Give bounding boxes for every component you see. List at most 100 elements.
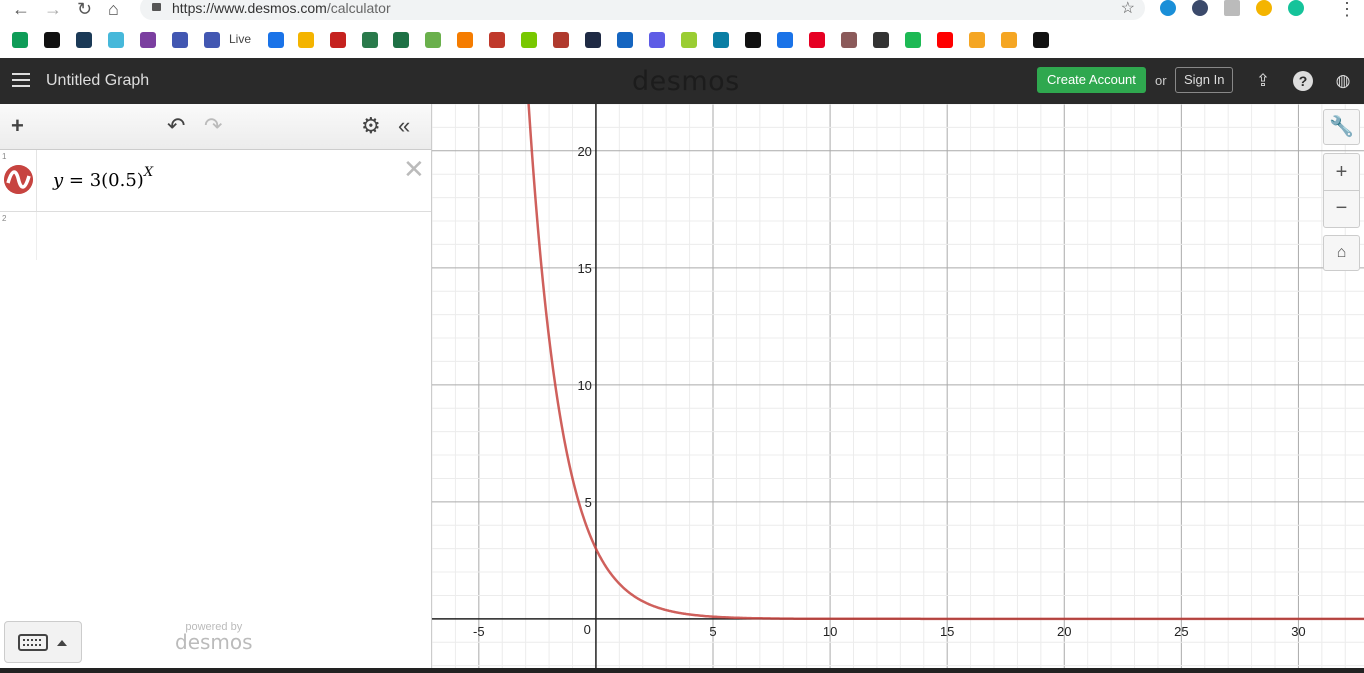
expression-exponent: X: [143, 165, 154, 180]
moon-bookmark-icon[interactable]: [745, 32, 761, 48]
x-tick-label: 15: [940, 624, 954, 639]
home-icon[interactable]: ⌂: [108, 0, 119, 18]
sign-in-button[interactable]: Sign In: [1175, 67, 1234, 93]
hamburger-menu-icon[interactable]: [12, 73, 30, 91]
book-bookmark-icon[interactable]: [1033, 32, 1049, 48]
expression-index: 2: [2, 214, 7, 223]
spotify-bookmark-icon[interactable]: [905, 32, 921, 48]
graph-svg[interactable]: -5 5 10 15 20 25 30 5 10 15 20 0: [432, 104, 1364, 668]
schoology-bookmark-icon[interactable]: [44, 32, 60, 48]
ixl-bookmark-icon[interactable]: [617, 32, 633, 48]
lock-icon: [152, 3, 161, 11]
x-tick-label: 5: [709, 624, 716, 639]
collapse-panel-icon[interactable]: «: [398, 114, 410, 138]
undo-icon[interactable]: ↶: [167, 114, 185, 138]
default-zoom-home-icon[interactable]: ⌂: [1323, 235, 1360, 271]
expression-lhs: y: [53, 170, 64, 191]
extension-icon[interactable]: [1160, 0, 1176, 16]
s-app-bookmark-icon[interactable]: [969, 32, 985, 48]
language-globe-icon[interactable]: ◍: [1333, 71, 1353, 91]
forward-icon[interactable]: →: [44, 0, 62, 18]
gmail-bookmark-icon[interactable]: [330, 32, 346, 48]
extension-icon[interactable]: [1192, 0, 1208, 16]
delete-expression-icon[interactable]: ✕: [403, 154, 425, 185]
maize-bookmark-icon[interactable]: [681, 32, 697, 48]
x-tick-label: 20: [1057, 624, 1071, 639]
add-item-icon[interactable]: +: [11, 114, 24, 138]
expression-math[interactable]: y = 3(0.5)X: [53, 165, 154, 191]
youtube-bookmark-icon[interactable]: [937, 32, 953, 48]
reload-icon[interactable]: ↻: [77, 0, 92, 18]
atlas-bookmark-icon[interactable]: [268, 32, 284, 48]
quizlet-bookmark-icon[interactable]: [172, 32, 188, 48]
graph-settings-wrench-icon[interactable]: 🔧: [1323, 109, 1360, 145]
powered-by-brand: desmos: [175, 630, 253, 654]
expression-panel: + ↶ ↷ ⚙ « 1 y = 3(0.5)X ✕ 2 powered by d…: [0, 104, 432, 673]
kahoot-bookmark-icon[interactable]: [108, 32, 124, 48]
bookmark-star-icon[interactable]: ☆: [1121, 0, 1135, 18]
company-bookmark-icon[interactable]: [873, 32, 889, 48]
extension-icon[interactable]: [1224, 0, 1240, 16]
x-tick-label: 30: [1291, 624, 1305, 639]
powerschool-bookmark-icon[interactable]: [76, 32, 92, 48]
y-tick-label: 10: [577, 378, 591, 393]
drive-extension-icon[interactable]: [1256, 0, 1272, 16]
browser-menu-icon[interactable]: ⋮: [1338, 0, 1356, 18]
grammarly-extension-icon[interactable]: [1288, 0, 1304, 16]
powered-by-desmos: powered by desmos: [175, 621, 253, 654]
expression-body: = 3(0.5): [63, 170, 144, 191]
y-tick-label: 5: [585, 495, 592, 510]
zoom-in-button[interactable]: +: [1323, 153, 1360, 191]
expression-row[interactable]: 1 y = 3(0.5)X ✕: [0, 150, 431, 212]
mcgraw-hill-bookmark-icon[interactable]: [489, 32, 505, 48]
expression-gutter: 1: [0, 150, 37, 211]
cpm-bookmark-icon[interactable]: [362, 32, 378, 48]
settings-gear-icon[interactable]: ⚙: [361, 114, 381, 138]
graph-title[interactable]: Untitled Graph: [46, 72, 149, 90]
expression-row-empty[interactable]: 2: [0, 212, 431, 260]
p-app-bookmark-icon[interactable]: [713, 32, 729, 48]
y-tick-label: 20: [577, 144, 591, 159]
pinterest-bookmark-icon[interactable]: [809, 32, 825, 48]
pearson-bookmark-icon[interactable]: [585, 32, 601, 48]
address-bar[interactable]: https://www.desmos.com/calculator ☆: [140, 0, 1145, 20]
expression-toolbar: + ↶ ↷ ⚙ «: [0, 104, 431, 150]
calendar-bookmark-icon[interactable]: [777, 32, 793, 48]
expression-index: 1: [2, 152, 7, 161]
taskbar-edge: [0, 668, 1364, 673]
google-classroom-bookmark-icon[interactable]: [12, 32, 28, 48]
x-tick-label: 25: [1174, 624, 1188, 639]
avatar-bookmark-icon[interactable]: [841, 32, 857, 48]
quizlet-live-bookmark-icon[interactable]: [204, 32, 220, 48]
share-icon[interactable]: ⇪: [1253, 71, 1273, 91]
zoom-out-button[interactable]: −: [1323, 190, 1360, 228]
kahoot-2-bookmark-icon[interactable]: [140, 32, 156, 48]
origin-label: 0: [584, 622, 591, 637]
or-text: or: [1155, 73, 1167, 88]
help-icon[interactable]: ?: [1293, 71, 1313, 91]
khan-sun-bookmark-icon[interactable]: [457, 32, 473, 48]
x-tick-label: 10: [823, 624, 837, 639]
create-account-button[interactable]: Create Account: [1037, 67, 1146, 93]
graph-color-toggle-icon[interactable]: [4, 165, 33, 194]
url-path: /calculator: [326, 0, 391, 16]
url-host: https://www.desmos.com: [172, 0, 327, 16]
y-tick-label: 15: [577, 261, 591, 276]
redo-icon[interactable]: ↷: [204, 114, 222, 138]
leaf-bookmark-icon[interactable]: [425, 32, 441, 48]
browser-chrome: ← → ↻ ⌂ https://www.desmos.com/calculato…: [0, 0, 1364, 58]
google-drive-bookmark-icon[interactable]: [298, 32, 314, 48]
x-tick-label: -5: [473, 624, 485, 639]
raptor-bookmark-icon[interactable]: [553, 32, 569, 48]
bookmark-label[interactable]: Live: [229, 32, 251, 46]
desmos-header: Untitled Graph desmos Create Account or …: [0, 58, 1364, 104]
s-app-2-bookmark-icon[interactable]: [1001, 32, 1017, 48]
back-icon[interactable]: ←: [12, 0, 30, 18]
duolingo-bookmark-icon[interactable]: [521, 32, 537, 48]
cengage-bookmark-icon[interactable]: [393, 32, 409, 48]
graph-canvas[interactable]: -5 5 10 15 20 25 30 5 10 15 20 0: [432, 104, 1364, 668]
keyboard-icon: [18, 634, 67, 651]
keyboard-toggle-button[interactable]: [4, 621, 82, 663]
desmos-logo: desmos: [632, 66, 740, 97]
grammarly-bookmark-icon[interactable]: [649, 32, 665, 48]
